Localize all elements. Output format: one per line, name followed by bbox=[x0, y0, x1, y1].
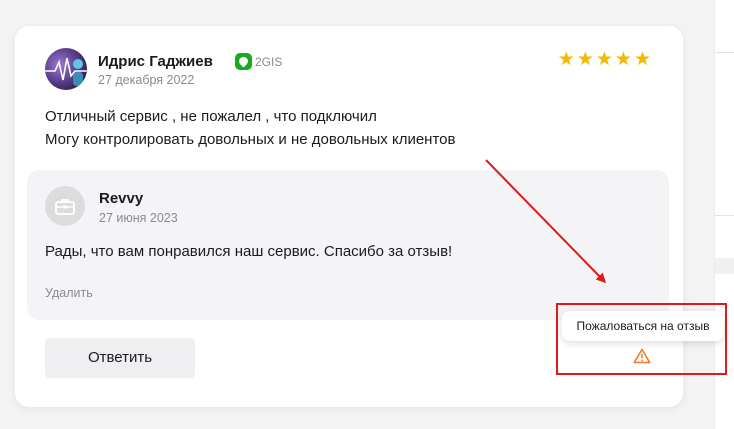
annotation-highlight-box bbox=[556, 303, 727, 375]
